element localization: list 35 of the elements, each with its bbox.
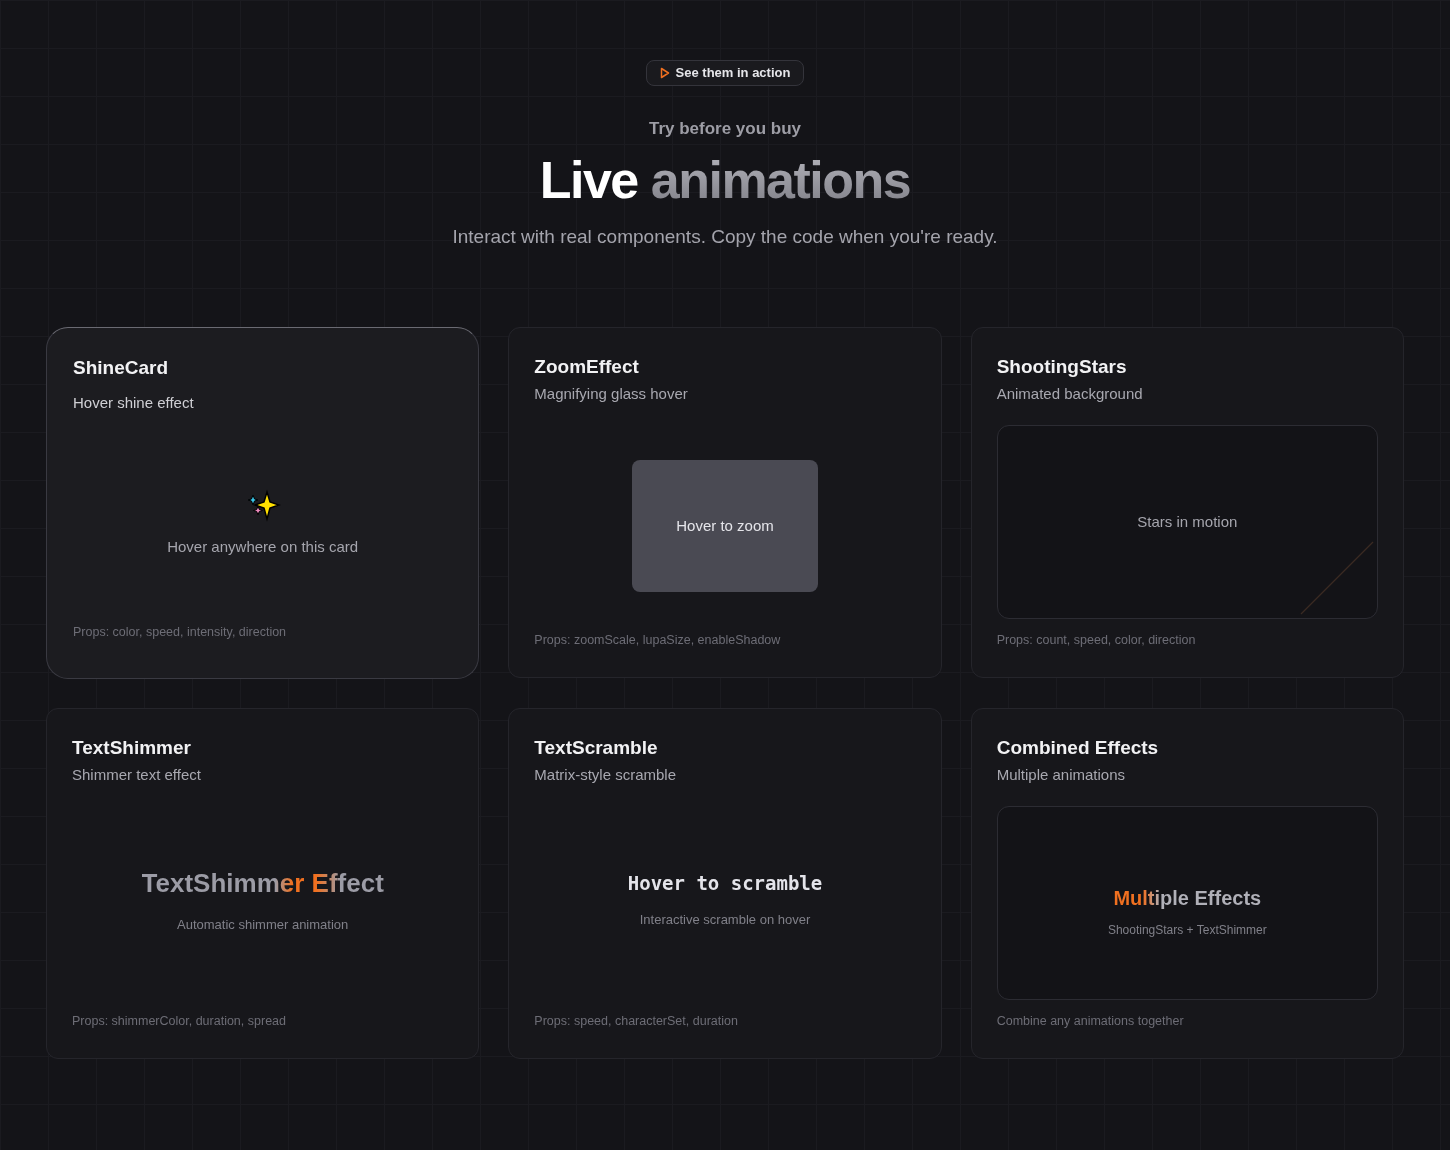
card-title: ShineCard bbox=[73, 356, 170, 380]
card-title: TextShimmer bbox=[72, 736, 192, 760]
card-footer: Props: count, speed, color, direction bbox=[996, 631, 1378, 650]
badge[interactable]: See them in action bbox=[645, 60, 805, 86]
card-title: Combined Effects bbox=[996, 736, 1160, 760]
card-footer: Props: shimmerColor, duration, spread bbox=[72, 1012, 454, 1031]
component-card[interactable]: TextScramble Matrix-style scramble Hover to scramble Interactive scramble on hover Props: speed, characterSet, duration bbox=[508, 708, 942, 1059]
card-subtitle: Animated background bbox=[996, 383, 1144, 404]
card-title: ShootingStars bbox=[996, 355, 1128, 379]
card-subtitle: Multiple animations bbox=[996, 764, 1127, 785]
card-subtitle: Shimmer text effect bbox=[72, 764, 202, 785]
demo-caption: ShootingStars + TextShimmer bbox=[1107, 922, 1267, 940]
scramble-text[interactable]: Hover to scramble bbox=[627, 869, 823, 898]
component-card[interactable]: ShineCard Hover shine effect Hover anywhere on this card Props: color, speed, intensity, direction bbox=[46, 327, 480, 679]
play-icon bbox=[659, 67, 670, 79]
component-card[interactable]: ZoomEffect Magnifying glass hover Hover to zoom Props: zoomScale, lupaSize, enableShadow bbox=[508, 327, 942, 678]
component-card[interactable]: Combined Effects Multiple animations Multiple Effects ShootingStars + TextShimmer Combine any animations together bbox=[970, 708, 1404, 1059]
card-subtitle: Hover shine effect bbox=[73, 392, 195, 413]
component-card[interactable]: ShootingStars Animated background Stars in motion Props: count, speed, color, direction bbox=[970, 327, 1404, 678]
demo-hint: Hover anywhere on this card bbox=[167, 536, 359, 557]
stars-preview-panel: Stars in motion bbox=[996, 425, 1378, 620]
card-footer: Props: speed, characterSet, duration bbox=[534, 1012, 916, 1031]
card-footer: Combine any animations together bbox=[996, 1012, 1378, 1031]
card-footer: Props: color, speed, intensity, direction bbox=[73, 623, 453, 642]
card-footer: Props: zoomScale, lupaSize, enableShadow bbox=[534, 631, 916, 650]
zoom-target[interactable]: Hover to zoom bbox=[632, 460, 818, 593]
component-card[interactable]: TextShimmer Shimmer text effect TextShimmer Effect Automatic shimmer animation Props: shimmerColor, duration, spread bbox=[46, 708, 480, 1059]
eyebrow-text: Try before you buy bbox=[648, 118, 802, 140]
card-title: TextScramble bbox=[534, 736, 659, 760]
card-subtitle: Magnifying glass hover bbox=[534, 383, 689, 404]
card-title: ZoomEffect bbox=[534, 355, 640, 379]
demo-caption: Automatic shimmer animation bbox=[177, 916, 349, 934]
demo-caption: Interactive scramble on hover bbox=[639, 910, 811, 929]
page-subtitle: Interact with real components. Copy the code when you're ready. bbox=[452, 224, 998, 249]
card-subtitle: Matrix-style scramble bbox=[534, 764, 677, 785]
